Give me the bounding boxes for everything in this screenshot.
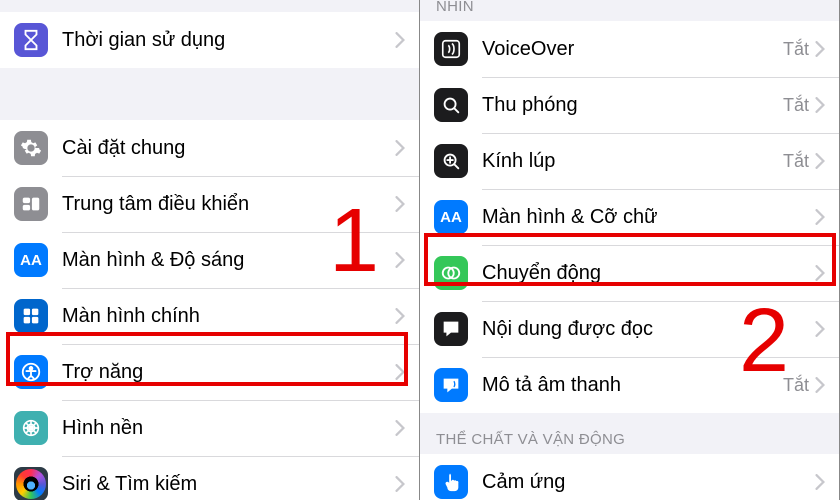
wallpaper-icon [14,411,48,445]
touch-icon [434,465,468,499]
row-label: Hình nền [62,417,395,440]
section-header-vision: NHÌN [420,0,839,21]
row-label: Trung tâm điều khiển [62,193,395,216]
row-status: Tắt [783,39,809,60]
row-control-center[interactable]: Trung tâm điều khiển [0,176,419,232]
chevron-right-icon [395,364,405,380]
row-home-screen[interactable]: Màn hình chính [0,288,419,344]
row-label: Chuyển động [482,262,815,285]
settings-left-pane: Thời gian sử dụng Cài đặt chung Trung tâ… [0,0,420,500]
home-screen-icon [14,299,48,333]
magnifier-icon [434,144,468,178]
audio-description-icon [434,368,468,402]
chevron-right-icon [395,32,405,48]
chevron-right-icon [815,153,825,169]
chevron-right-icon [395,140,405,156]
row-label: VoiceOver [482,38,783,61]
row-wallpaper[interactable]: Hình nền [0,400,419,456]
chevron-right-icon [815,265,825,281]
row-label: Siri & Tìm kiếm [62,473,395,496]
row-status: Tắt [783,95,809,116]
hourglass-icon [14,23,48,57]
section-header-physical: THỂ CHẤT VÀ VẬN ĐỘNG [420,413,839,454]
chevron-right-icon [815,321,825,337]
aa-icon: AA [434,200,468,234]
accessibility-icon [14,355,48,389]
row-label: Thời gian sử dụng [62,29,395,52]
chevron-right-icon [815,377,825,393]
chevron-right-icon [395,252,405,268]
spoken-content-icon [434,312,468,346]
row-voiceover[interactable]: VoiceOver Tắt [420,21,839,77]
row-accessibility[interactable]: Trợ năng [0,344,419,400]
row-audio-description[interactable]: Mô tả âm thanh Tắt [420,357,839,413]
chevron-right-icon [395,420,405,436]
row-spoken-content[interactable]: Nội dung được đọc [420,301,839,357]
row-status: Tắt [783,375,809,396]
zoom-icon [434,88,468,122]
gear-icon [14,131,48,165]
row-label: Màn hình chính [62,305,395,328]
control-center-icon [14,187,48,221]
row-motion[interactable]: Chuyển động [420,245,839,301]
row-display-text[interactable]: AA Màn hình & Cỡ chữ [420,189,839,245]
settings-right-pane: NHÌN VoiceOver Tắt Thu phóng Tắt Kính lú… [420,0,840,500]
row-label: Mô tả âm thanh [482,374,783,397]
chevron-right-icon [815,474,825,490]
row-label: Cài đặt chung [62,137,395,160]
row-magnifier[interactable]: Kính lúp Tắt [420,133,839,189]
row-status: Tắt [783,151,809,172]
motion-icon [434,256,468,290]
row-general[interactable]: Cài đặt chung [0,120,419,176]
row-label: Thu phóng [482,94,783,117]
chevron-right-icon [395,308,405,324]
row-label: Kính lúp [482,150,783,173]
row-display-brightness[interactable]: AA Màn hình & Độ sáng [0,232,419,288]
chevron-right-icon [815,41,825,57]
chevron-right-icon [395,196,405,212]
voiceover-icon [434,32,468,66]
row-label: Màn hình & Cỡ chữ [482,206,815,229]
row-screentime[interactable]: Thời gian sử dụng [0,12,419,68]
row-siri-search[interactable]: Siri & Tìm kiếm [0,456,419,500]
chevron-right-icon [815,97,825,113]
chevron-right-icon [815,209,825,225]
row-label: Nội dung được đọc [482,318,815,341]
row-label: Trợ năng [62,361,395,384]
siri-icon [14,467,48,500]
row-zoom[interactable]: Thu phóng Tắt [420,77,839,133]
row-label: Màn hình & Độ sáng [62,249,395,272]
row-touch[interactable]: Cảm ứng [420,454,839,500]
aa-icon: AA [14,243,48,277]
chevron-right-icon [395,476,405,492]
row-label: Cảm ứng [482,471,815,494]
